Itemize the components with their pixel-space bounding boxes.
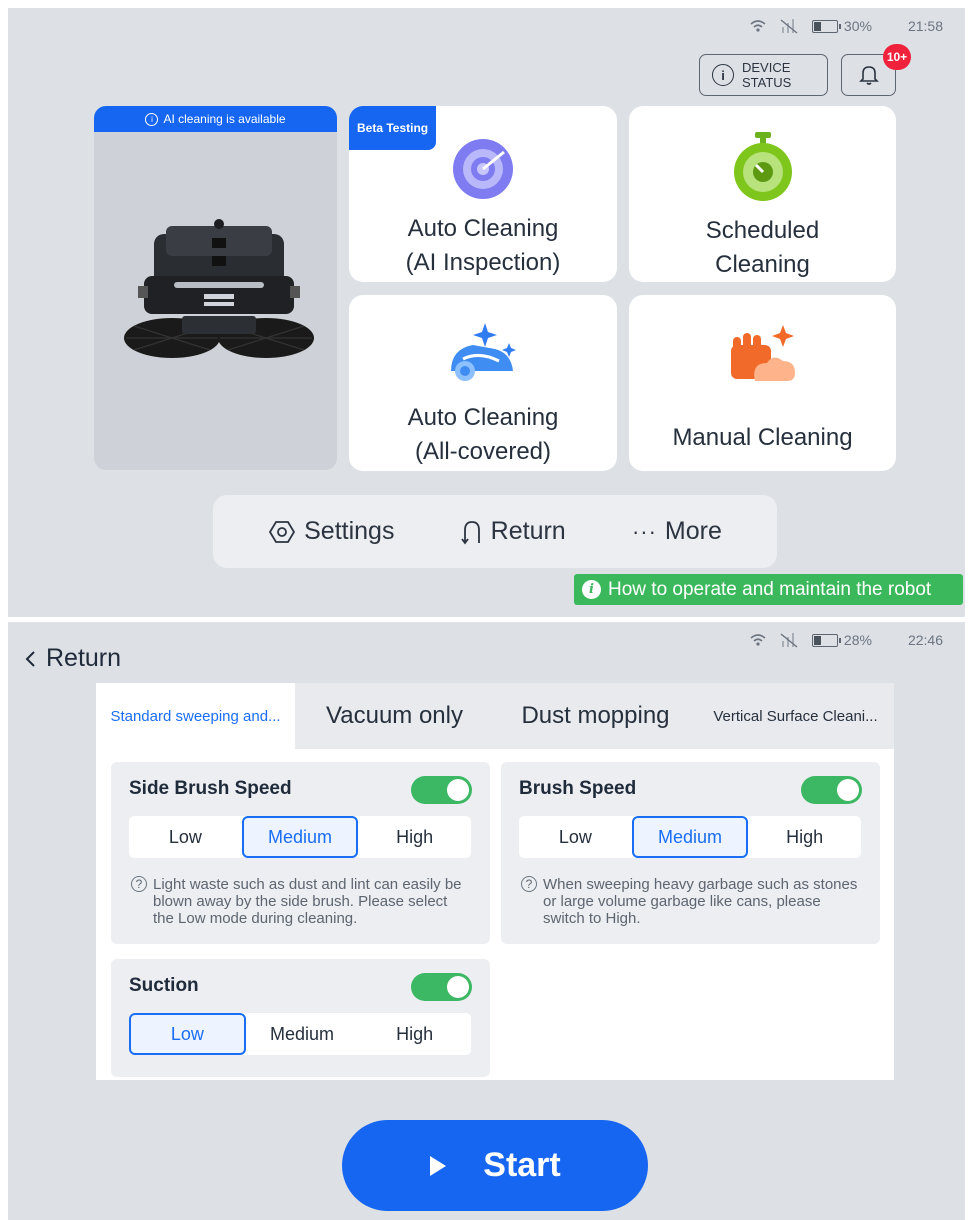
battery-indicator: 30% — [811, 18, 872, 34]
back-button[interactable]: Return — [24, 644, 121, 673]
info-icon: i — [712, 64, 734, 86]
auto-cleaning-all-line2: (All-covered) — [414, 438, 552, 465]
auto-cleaning-ai-label: Auto Cleaning (AI Inspection) — [349, 212, 617, 280]
info-icon: i — [582, 580, 601, 599]
brush-speed-selector: Low Medium High — [519, 816, 861, 858]
side-brush-hint-text: Light waste such as dust and lint can ea… — [153, 876, 462, 927]
ai-available-text: AI cleaning is available — [163, 112, 286, 126]
home-screen: 30% 21:58 i DEVICE STATUS 10+ i AI cleani… — [8, 8, 965, 617]
brush-hint: ? When sweeping heavy garbage such as st… — [521, 876, 861, 927]
status-bar: 28% 22:46 — [750, 632, 943, 648]
status-bar: 30% 21:58 — [750, 18, 943, 34]
side-brush-speed-title: Side Brush Speed — [129, 778, 292, 799]
side-brush-low-option[interactable]: Low — [129, 816, 242, 858]
auto-cleaning-all-line1: Auto Cleaning — [407, 404, 559, 431]
notification-badge: 10+ — [883, 44, 911, 70]
play-icon — [430, 1155, 447, 1176]
ai-available-banner: i AI cleaning is available — [94, 106, 337, 132]
battery-icon — [811, 19, 841, 33]
brush-medium-option[interactable]: Medium — [631, 816, 749, 858]
start-button[interactable]: Start — [342, 1120, 648, 1211]
scheduled-cleaning-line1: Scheduled — [705, 217, 820, 244]
battery-icon — [811, 633, 841, 647]
suction-high-option[interactable]: High — [358, 1013, 471, 1055]
stopwatch-icon — [733, 132, 792, 201]
hand-sparkle-icon — [730, 325, 795, 381]
manual-cleaning-card[interactable]: Manual Cleaning — [629, 295, 896, 471]
wifi-icon — [750, 20, 766, 32]
tab-vacuum-only[interactable]: Vacuum only — [295, 683, 494, 749]
device-status-label: DEVICE STATUS — [742, 60, 791, 90]
more-button[interactable]: ··· More — [632, 517, 722, 546]
beta-testing-badge: Beta Testing — [349, 106, 437, 150]
tab-standard-sweeping[interactable]: Standard sweeping and... — [96, 683, 295, 749]
auto-cleaning-ai-line2: (AI Inspection) — [405, 249, 561, 276]
battery-indicator: 28% — [811, 632, 872, 648]
side-brush-high-option[interactable]: High — [358, 816, 471, 858]
bottom-action-bar: Settings Return ··· More — [213, 495, 777, 568]
battery-percent: 28% — [843, 632, 872, 648]
tab-vertical-surface[interactable]: Vertical Surface Cleani... — [697, 683, 894, 749]
no-signal-icon — [780, 19, 798, 34]
more-icon: ··· — [631, 518, 657, 544]
bell-icon — [858, 66, 879, 85]
device-status-button[interactable]: i DEVICE STATUS — [699, 54, 828, 96]
brush-low-option[interactable]: Low — [519, 816, 632, 858]
target-icon — [453, 139, 513, 199]
side-brush-speed-section: Side Brush Speed Low Medium High ? Light… — [111, 762, 490, 944]
side-brush-toggle[interactable] — [411, 776, 472, 804]
auto-cleaning-all-label: Auto Cleaning (All-covered) — [349, 401, 617, 469]
settings-icon — [269, 520, 296, 543]
scheduled-cleaning-label: Scheduled Cleaning — [629, 214, 896, 282]
info-icon: i — [145, 112, 159, 126]
return-icon — [460, 520, 480, 544]
robot-card[interactable]: i AI cleaning is available — [94, 106, 337, 470]
tab-dust-mopping[interactable]: Dust mopping — [494, 683, 697, 749]
back-chevron-icon — [25, 650, 35, 667]
scheduled-cleaning-card[interactable]: Scheduled Cleaning — [629, 106, 896, 282]
scheduled-cleaning-line2: Cleaning — [715, 251, 810, 278]
cleaning-settings-screen: 28% 22:46 Return Standard sweeping and..… — [8, 622, 965, 1220]
side-brush-hint: ? Light waste such as dust and lint can … — [131, 876, 471, 927]
start-label: Start — [483, 1146, 561, 1184]
side-brush-medium-option[interactable]: Medium — [241, 816, 359, 858]
suction-toggle[interactable] — [411, 973, 472, 1001]
return-button[interactable]: Return — [460, 517, 566, 546]
clock: 21:58 — [907, 18, 943, 34]
device-status-line1: DEVICE — [742, 60, 791, 75]
clock: 22:46 — [907, 632, 943, 648]
robot-sparkle-icon — [451, 323, 516, 381]
auto-cleaning-all-card[interactable]: Auto Cleaning (All-covered) — [349, 295, 617, 471]
settings-button[interactable]: Settings — [268, 517, 394, 546]
settings-panel: Standard sweeping and... Vacuum only Dus… — [96, 683, 894, 1080]
help-link-banner[interactable]: i How to operate and maintain the robot — [574, 574, 963, 605]
help-icon: ? — [131, 876, 147, 892]
auto-cleaning-ai-line1: Auto Cleaning — [407, 215, 559, 242]
more-label: More — [664, 517, 722, 545]
suction-section: Suction Low Medium High — [111, 959, 490, 1077]
suction-selector: Low Medium High — [129, 1013, 471, 1055]
help-icon: ? — [521, 876, 537, 892]
help-link-text: How to operate and maintain the robot — [608, 578, 932, 600]
device-status-line2: STATUS — [742, 75, 792, 90]
brush-hint-text: When sweeping heavy garbage such as ston… — [543, 876, 858, 927]
battery-percent: 30% — [843, 18, 872, 34]
settings-label: Settings — [304, 517, 395, 545]
suction-medium-option[interactable]: Medium — [246, 1013, 359, 1055]
suction-low-option[interactable]: Low — [129, 1013, 246, 1055]
mode-tabs: Standard sweeping and... Vacuum only Dus… — [96, 683, 894, 749]
return-label: Return — [490, 517, 566, 545]
suction-title: Suction — [129, 975, 199, 996]
brush-toggle[interactable] — [801, 776, 862, 804]
back-label: Return — [46, 644, 122, 672]
brush-high-option[interactable]: High — [748, 816, 861, 858]
brush-speed-section: Brush Speed Low Medium High ? When sweep… — [501, 762, 880, 944]
auto-cleaning-ai-card[interactable]: Beta Testing Auto Cleaning (AI Inspectio… — [349, 106, 617, 282]
wifi-icon — [750, 634, 766, 646]
robot-image — [124, 219, 314, 358]
brush-speed-title: Brush Speed — [519, 778, 637, 799]
no-signal-icon — [780, 633, 798, 648]
manual-cleaning-label: Manual Cleaning — [672, 424, 853, 451]
side-brush-speed-selector: Low Medium High — [129, 816, 471, 858]
